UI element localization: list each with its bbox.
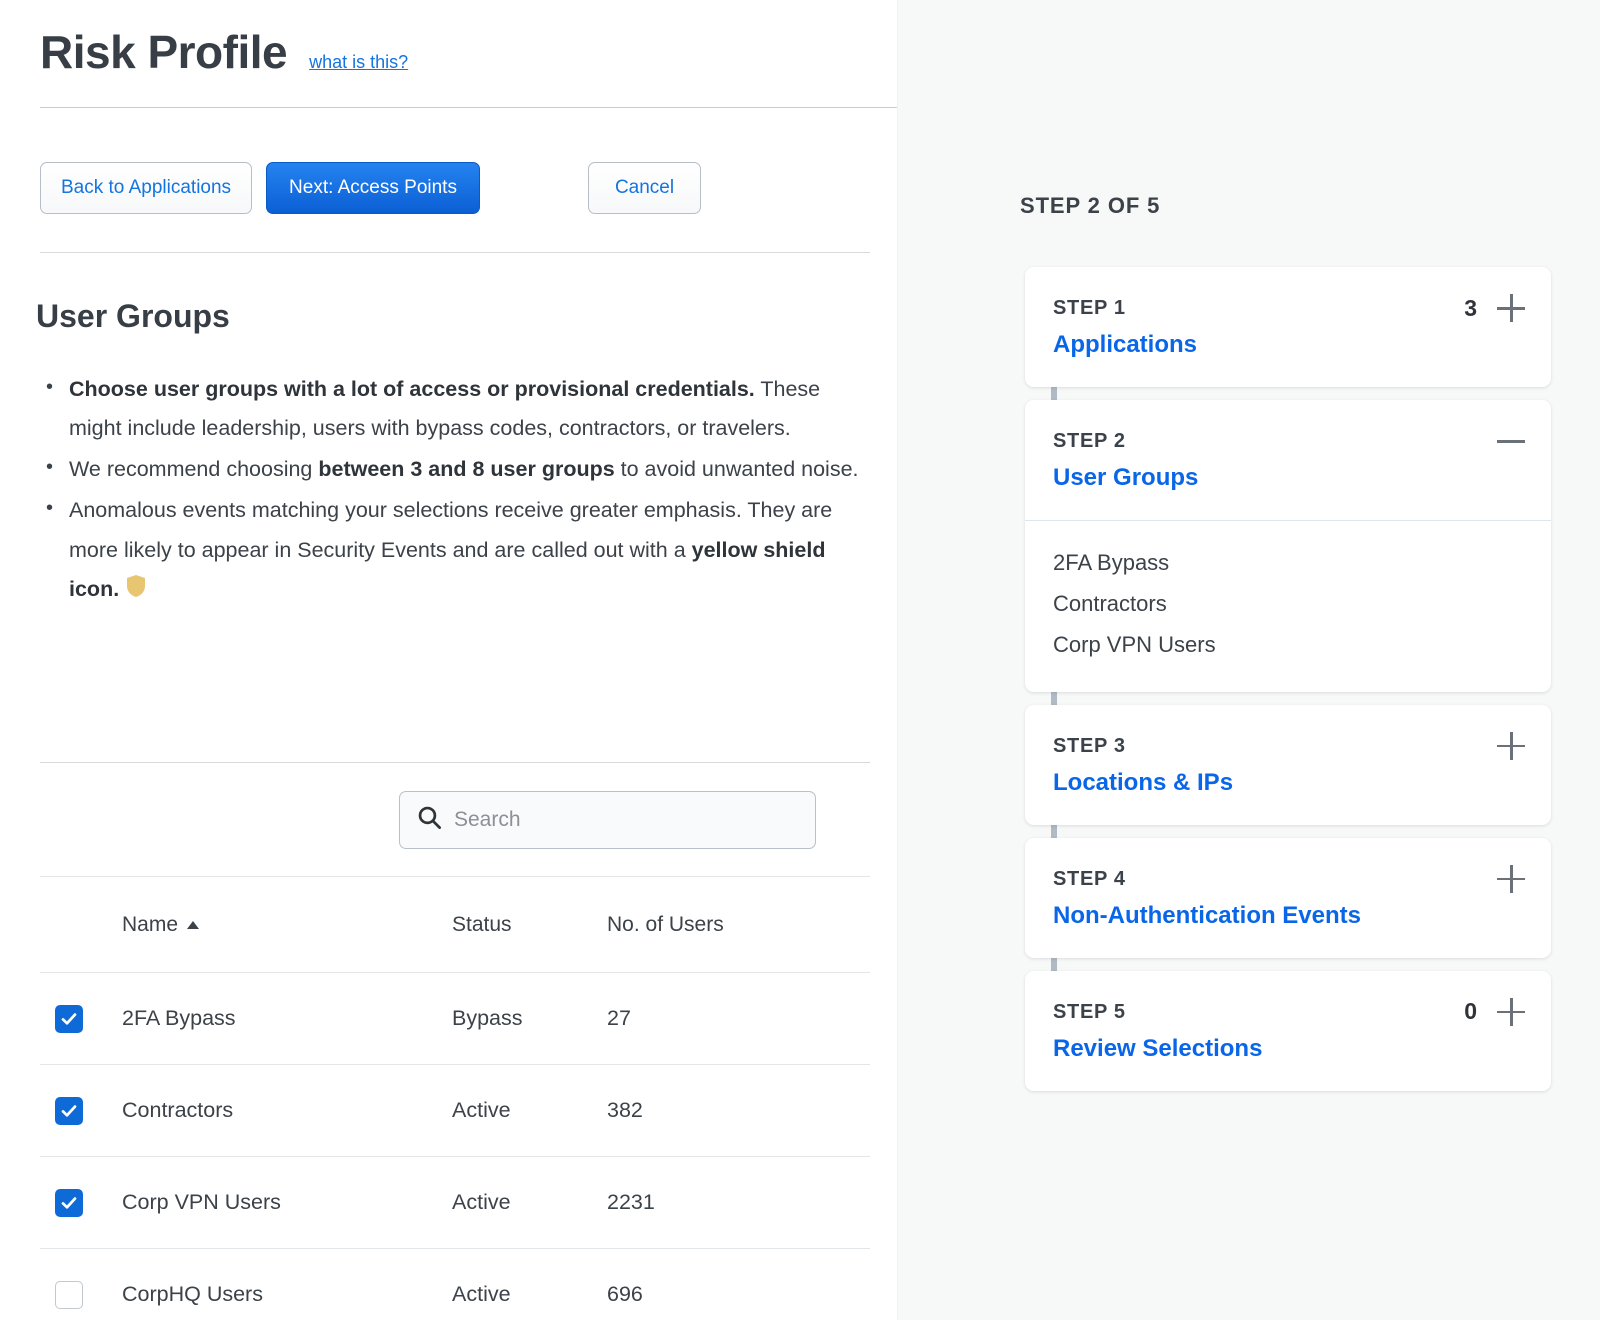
step-card[interactable]: STEP 2 User Groups 2FA BypassContractorsCo… — [1025, 400, 1551, 692]
cell-users: 27 — [607, 1006, 807, 1031]
row-checkbox[interactable] — [55, 1189, 83, 1217]
list-item: Choose user groups with a lot of access … — [40, 370, 870, 448]
expand-plus-icon[interactable] — [1497, 865, 1525, 893]
step-card-header: STEP 2 User Groups — [1025, 400, 1551, 520]
cell-name: CorpHQ Users — [122, 1282, 452, 1307]
selection-item: Corp VPN Users — [1053, 625, 1523, 666]
step-card-header: STEP 4 Non-Authentication Events — [1025, 838, 1551, 958]
column-header-status[interactable]: Status — [452, 913, 607, 937]
cell-users: 696 — [607, 1282, 807, 1307]
step-count-badge: 0 — [1464, 998, 1477, 1025]
table-header-row: Name Status No. of Users — [40, 877, 870, 973]
step-card-header: STEP 1 Applications 3 — [1025, 267, 1551, 387]
progress-label: STEP 2 OF 5 — [1020, 193, 1160, 219]
back-to-applications-button[interactable]: Back to Applications — [40, 162, 252, 214]
list-item: Anomalous events matching your selection… — [40, 491, 870, 610]
search-icon — [416, 804, 443, 836]
step-card[interactable]: STEP 5 Review Selections 0 — [1025, 971, 1551, 1091]
table-body: 2FA BypassBypass27ContractorsActive382Co… — [40, 973, 870, 1320]
collapse-minus-icon[interactable] — [1497, 427, 1525, 455]
column-header-users[interactable]: No. of Users — [607, 913, 807, 937]
cell-status: Active — [452, 1098, 607, 1123]
step-title-link[interactable]: User Groups — [1053, 464, 1198, 492]
next-access-points-button[interactable]: Next: Access Points — [266, 162, 480, 214]
page-title: Risk Profile — [40, 28, 287, 76]
cancel-button[interactable]: Cancel — [588, 162, 701, 214]
main-content-panel: Risk Profile what is this? Back to Appli… — [0, 0, 897, 1320]
selection-item: Contractors — [1053, 584, 1523, 625]
step-card[interactable]: STEP 4 Non-Authentication Events — [1025, 838, 1551, 958]
cell-users: 2231 — [607, 1190, 807, 1215]
step-title-link[interactable]: Applications — [1053, 331, 1197, 359]
table-row[interactable]: ContractorsActive382 — [40, 1065, 870, 1157]
step-title-link[interactable]: Review Selections — [1053, 1035, 1262, 1063]
search-area: Search — [399, 791, 816, 849]
expand-plus-icon[interactable] — [1497, 294, 1525, 322]
cell-name: 2FA Bypass — [122, 1006, 452, 1031]
step-number-label: STEP 4 — [1053, 868, 1525, 891]
sort-asc-icon — [187, 921, 199, 929]
header-divider — [40, 107, 910, 108]
expand-plus-icon[interactable] — [1497, 732, 1525, 760]
table-row[interactable]: Corp VPN UsersActive2231 — [40, 1157, 870, 1249]
shield-icon — [126, 572, 146, 611]
user-groups-table: Name Status No. of Users 2FA BypassBypas… — [40, 877, 870, 1320]
step-number-label: STEP 3 — [1053, 735, 1525, 758]
step-card[interactable]: STEP 3 Locations & IPs — [1025, 705, 1551, 825]
list-item: We recommend choosing between 3 and 8 us… — [40, 450, 870, 489]
expand-plus-icon[interactable] — [1497, 998, 1525, 1026]
cell-status: Active — [452, 1190, 607, 1215]
wizard-sidebar: STEP 2 OF 5 STEP 1 Applications 3 STEP 2 Use… — [897, 0, 1600, 1320]
table-row[interactable]: CorpHQ UsersActive696 — [40, 1249, 870, 1320]
cell-status: Active — [452, 1282, 607, 1307]
step-title-link[interactable]: Locations & IPs — [1053, 769, 1233, 797]
step-card[interactable]: STEP 1 Applications 3 — [1025, 267, 1551, 387]
column-header-name-label: Name — [122, 913, 178, 937]
section-title: User Groups — [36, 298, 230, 335]
cell-name: Corp VPN Users — [122, 1190, 452, 1215]
search-placeholder: Search — [454, 808, 521, 832]
cell-status: Bypass — [452, 1006, 607, 1031]
row-checkbox[interactable] — [55, 1005, 83, 1033]
step-count-badge: 3 — [1464, 295, 1477, 322]
risk-profile-wizard: Risk Profile what is this? Back to Appli… — [0, 0, 1600, 1320]
step-selection-list: 2FA BypassContractorsCorp VPN Users — [1025, 520, 1551, 692]
guidance-bullet-list: Choose user groups with a lot of access … — [40, 370, 870, 613]
column-header-name[interactable]: Name — [122, 913, 452, 937]
step-card-header: STEP 5 Review Selections 0 — [1025, 971, 1551, 1091]
row-checkbox[interactable] — [55, 1281, 83, 1309]
step-card-list: STEP 1 Applications 3 STEP 2 User Groups 2FA … — [1025, 267, 1551, 1104]
search-input[interactable]: Search — [399, 791, 816, 849]
what-is-this-link[interactable]: what is this? — [309, 52, 408, 73]
wizard-toolbar: Back to Applications Next: Access Points… — [40, 162, 701, 214]
step-number-label: STEP 2 — [1053, 430, 1525, 453]
page-header: Risk Profile what is this? — [0, 0, 897, 76]
step-number-label: STEP 1 — [1053, 297, 1525, 320]
selection-item: 2FA Bypass — [1053, 543, 1523, 584]
list-divider — [40, 762, 870, 763]
cell-users: 382 — [607, 1098, 807, 1123]
table-row[interactable]: 2FA BypassBypass27 — [40, 973, 870, 1065]
step-card-header: STEP 3 Locations & IPs — [1025, 705, 1551, 825]
step-title-link[interactable]: Non-Authentication Events — [1053, 902, 1361, 930]
toolbar-divider — [40, 252, 870, 253]
step-number-label: STEP 5 — [1053, 1001, 1525, 1024]
title-row: Risk Profile what is this? — [40, 28, 897, 76]
cell-name: Contractors — [122, 1098, 452, 1123]
row-checkbox[interactable] — [55, 1097, 83, 1125]
